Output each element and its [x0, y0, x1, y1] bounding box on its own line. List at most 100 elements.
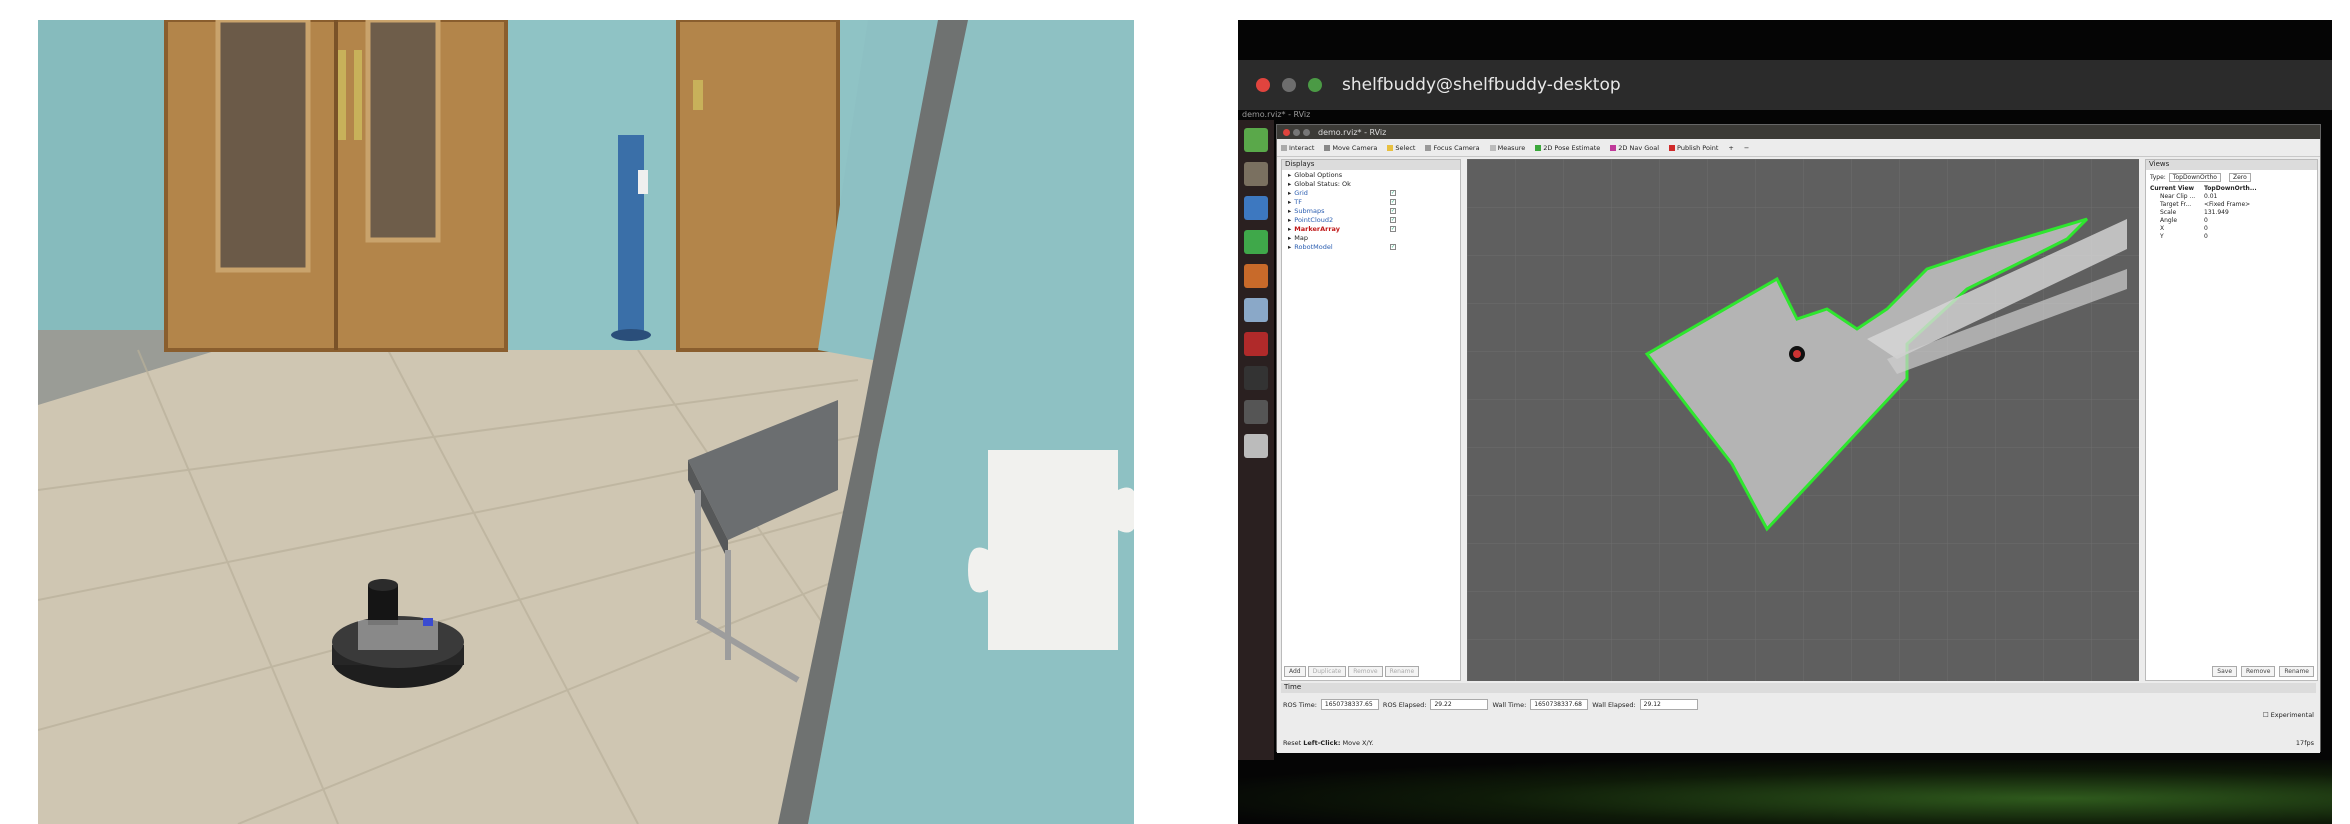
view-property-row[interactable]: X0 — [2146, 224, 2317, 232]
displays-header: Displays — [1282, 160, 1460, 170]
publish-point-label: Publish Point — [1677, 143, 1719, 152]
ubuntu-home-icon[interactable] — [1244, 128, 1268, 152]
drive-icon[interactable] — [1244, 434, 1268, 458]
remove-display-button[interactable]: Remove — [1348, 666, 1383, 677]
expand-arrow-icon[interactable]: ▸ — [1288, 216, 1291, 224]
view-property-row[interactable]: Target Fr... <Fixed Frame> — [2146, 200, 2317, 208]
display-enabled-checkbox[interactable]: ✓ — [1390, 243, 1396, 250]
duplicate-display-button[interactable]: Duplicate — [1307, 666, 1347, 677]
files-icon[interactable] — [1244, 162, 1268, 186]
display-enabled-checkbox[interactable]: ✓ — [1390, 189, 1396, 196]
display-item-label: Global Status: Ok — [1294, 179, 1351, 188]
display-item[interactable]: ▸ Global Status: Ok — [1282, 179, 1460, 188]
maximize-window-icon[interactable] — [1308, 78, 1322, 92]
nav-goal-tool[interactable]: 2D Nav Goal — [1610, 144, 1659, 152]
software-icon[interactable] — [1244, 298, 1268, 322]
3d-render-view[interactable] — [1467, 159, 2139, 681]
rename-view-button[interactable]: Rename — [2279, 666, 2314, 677]
rviz-maximize-icon[interactable] — [1303, 128, 1310, 136]
display-item-label: Global Options — [1294, 170, 1343, 179]
save-view-button[interactable]: Save — [2212, 666, 2238, 677]
rviz-title-bar: demo.rviz* - RViz — [1277, 125, 2320, 139]
expand-arrow-icon[interactable]: ▸ — [1288, 180, 1291, 188]
views-buttons: Save Remove Rename — [2212, 666, 2314, 677]
display-enabled-checkbox[interactable]: ✓ — [1390, 225, 1396, 232]
view-type-select[interactable]: TopDownOrtho — [2168, 172, 2221, 182]
display-item-label: TF — [1294, 197, 1302, 206]
ros-elapsed-label: ROS Elapsed: — [1382, 700, 1427, 709]
wall-elapsed-field: 29.12 — [1639, 699, 1698, 710]
settings-icon[interactable] — [1244, 332, 1268, 356]
occupancy-map — [1467, 159, 2139, 681]
measure-label: Measure — [1497, 143, 1526, 152]
display-enabled-checkbox[interactable]: ✓ — [1390, 198, 1396, 205]
expand-arrow-icon[interactable]: ▸ — [1288, 234, 1291, 242]
calc-icon[interactable] — [1244, 230, 1268, 254]
robot-room-photo — [38, 20, 1134, 824]
view-property-value: 0 — [2204, 232, 2208, 240]
expand-arrow-icon[interactable]: ▸ — [1288, 243, 1291, 251]
reset-button[interactable]: Reset — [1283, 739, 1301, 747]
rviz-icon[interactable] — [1244, 400, 1268, 424]
view-property-row[interactable]: Y0 — [2146, 232, 2317, 240]
expand-arrow-icon[interactable]: ▸ — [1288, 207, 1291, 215]
current-view-row[interactable]: Current View TopDownOrth... — [2146, 184, 2317, 192]
terminal-icon[interactable] — [1244, 366, 1268, 390]
focus-camera-icon — [1425, 144, 1432, 151]
expand-arrow-icon[interactable]: ▸ — [1288, 171, 1291, 179]
display-item[interactable]: ▸ TF ✓ — [1282, 197, 1460, 206]
display-item[interactable]: ▸ MarkerArray ✓ — [1282, 224, 1460, 233]
experimental-checkbox[interactable]: ☐ Experimental — [2263, 711, 2314, 719]
focus-camera-tool[interactable]: Focus Camera — [1425, 144, 1480, 152]
current-view-value: TopDownOrth... — [2204, 184, 2257, 192]
room-scene — [38, 20, 1134, 824]
measure-icon — [1489, 144, 1496, 151]
remove-view-button[interactable]: Remove — [2241, 666, 2276, 677]
display-enabled-checkbox[interactable]: ✓ — [1390, 207, 1396, 214]
display-enabled-checkbox[interactable]: ✓ — [1390, 216, 1396, 223]
display-item[interactable]: ▸ Map — [1282, 233, 1460, 242]
writer-icon[interactable] — [1244, 196, 1268, 220]
remove-tool-icon[interactable]: − — [1744, 144, 1749, 152]
expand-arrow-icon[interactable]: ▸ — [1288, 189, 1291, 197]
view-property-value: 0 — [2204, 216, 2208, 224]
terminal-title-bar: shelfbuddy@shelfbuddy-desktop — [1238, 60, 2332, 110]
view-property-row[interactable]: Angle 0 — [2146, 216, 2317, 224]
displays-buttons: Add Duplicate Remove Rename — [1284, 666, 1420, 677]
display-item[interactable]: ▸ Submaps ✓ — [1282, 206, 1460, 215]
view-property-row[interactable]: Near Clip ... 0.01 — [2146, 192, 2317, 200]
interact-tool[interactable]: Interact — [1281, 144, 1314, 152]
select-icon — [1387, 144, 1394, 151]
rename-display-button[interactable]: Rename — [1384, 666, 1420, 677]
display-item[interactable]: ▸ Grid ✓ — [1282, 188, 1460, 197]
view-property-key: Near Clip ... — [2160, 192, 2196, 200]
rviz-window: demo.rviz* - RViz Interact Move Camera S… — [1276, 124, 2321, 753]
rviz-close-icon[interactable] — [1283, 128, 1290, 136]
display-item-label: RobotModel — [1294, 242, 1333, 251]
minimize-window-icon[interactable] — [1282, 78, 1296, 92]
impress-icon[interactable] — [1244, 264, 1268, 288]
views-header: Views — [2146, 160, 2317, 170]
display-item[interactable]: ▸ RobotModel ✓ — [1282, 242, 1460, 251]
expand-arrow-icon[interactable]: ▸ — [1288, 225, 1291, 233]
move-camera-tool[interactable]: Move Camera — [1324, 144, 1377, 152]
select-tool[interactable]: Select — [1387, 144, 1415, 152]
rviz-window-title: demo.rviz* - RViz — [1318, 127, 1387, 137]
add-display-button[interactable]: Add — [1284, 666, 1306, 677]
add-tool-icon[interactable]: + — [1728, 144, 1733, 152]
rviz-minimize-icon[interactable] — [1293, 128, 1300, 136]
view-property-row[interactable]: Scale 131.949 — [2146, 208, 2317, 216]
zero-button[interactable]: Zero — [2228, 172, 2251, 182]
select-label: Select — [1395, 143, 1416, 152]
time-panel: Time ROS Time: 1650738337.65 ROS Elapsed… — [1277, 683, 2320, 753]
measure-tool[interactable]: Measure — [1489, 143, 1526, 152]
display-item[interactable]: ▸ Global Options — [1282, 170, 1460, 179]
rviz-toolbar: Interact Move Camera Select Focus Camera… — [1277, 139, 2320, 157]
pose-estimate-tool[interactable]: 2D Pose Estimate — [1535, 144, 1600, 152]
display-item[interactable]: ▸ PointCloud2 ✓ — [1282, 215, 1460, 224]
monitor-screen-photo: shelfbuddy@shelfbuddy-desktop demo.rviz*… — [1238, 20, 2332, 824]
publish-point-tool[interactable]: Publish Point — [1669, 144, 1718, 152]
expand-arrow-icon[interactable]: ▸ — [1288, 198, 1291, 206]
display-item-label: Submaps — [1294, 206, 1325, 215]
close-window-icon[interactable] — [1256, 78, 1270, 92]
